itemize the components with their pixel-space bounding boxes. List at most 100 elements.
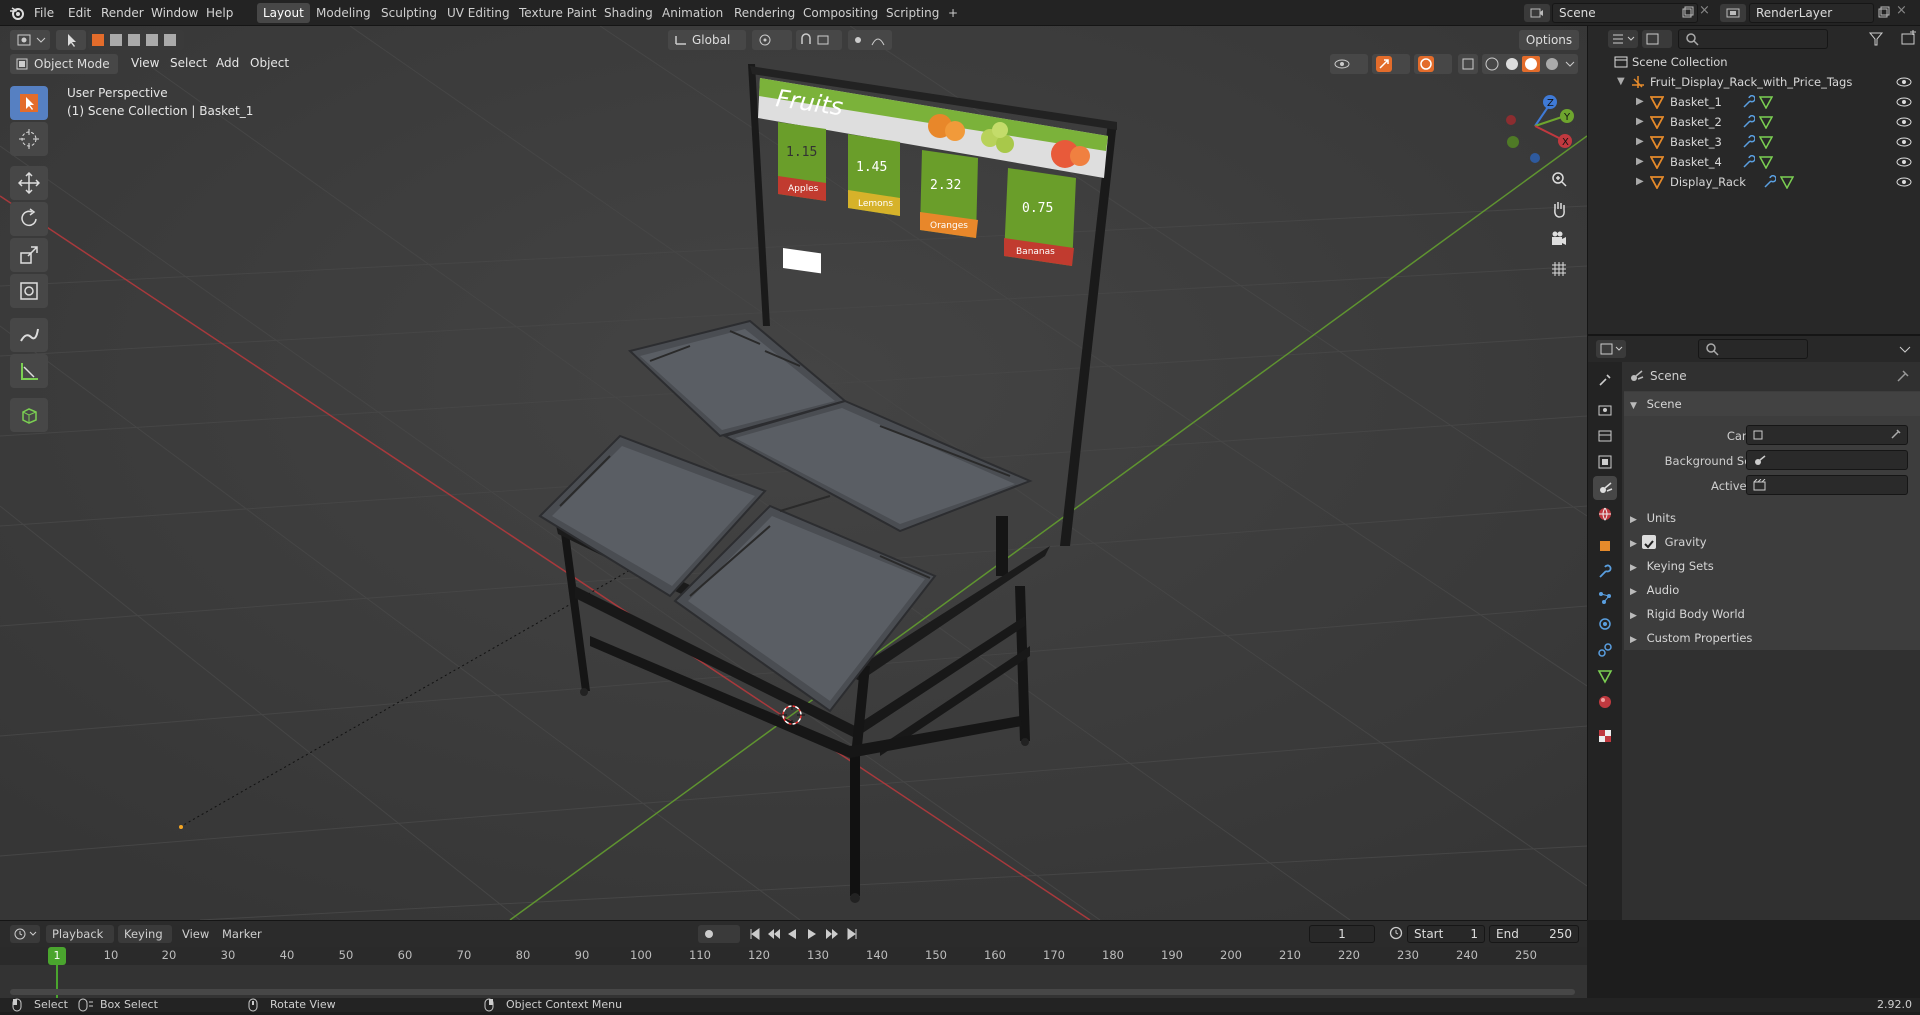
scene-properties-tab[interactable] xyxy=(1593,476,1617,500)
tool-rotate[interactable] xyxy=(10,202,48,236)
rigid-body-world-subpanel[interactable]: ▶ Rigid Body World xyxy=(1630,602,1915,626)
timeline-scrollbar[interactable] xyxy=(10,989,1575,995)
modifier-properties-tab[interactable] xyxy=(1593,560,1617,584)
outliner-editor-type-button[interactable] xyxy=(1608,30,1638,48)
tab-modeling[interactable]: Modeling xyxy=(310,3,377,23)
custom-properties-subpanel[interactable]: ▶ Custom Properties xyxy=(1630,626,1915,650)
menu-window[interactable]: Window xyxy=(151,0,198,26)
object-mode-dropdown[interactable]: Object Mode xyxy=(10,54,118,74)
render-properties-tab[interactable] xyxy=(1593,398,1617,422)
render-layer-selector-icon[interactable] xyxy=(1720,4,1746,22)
outliner-search-input[interactable] xyxy=(1678,29,1828,49)
tool-annotate[interactable] xyxy=(10,318,48,352)
view-layer-properties-tab[interactable] xyxy=(1593,450,1617,474)
expand-chevron-icon[interactable]: ▶ xyxy=(1636,152,1644,172)
timeline-editor-type-button[interactable] xyxy=(10,925,40,943)
tool-move[interactable] xyxy=(10,166,48,200)
render-layer-field[interactable]: RenderLayer xyxy=(1749,3,1874,23)
navigation-gizmo[interactable]: Z Y X xyxy=(1495,86,1575,166)
expand-chevron-icon[interactable]: ▶ xyxy=(1630,587,1637,597)
viewport-menu-view[interactable]: View xyxy=(131,56,159,70)
expand-chevron-icon[interactable]: ▶ xyxy=(1630,539,1637,549)
snap-button[interactable] xyxy=(796,30,842,50)
copy-render-layer-icon[interactable] xyxy=(1877,5,1891,19)
tool-cursor[interactable] xyxy=(10,122,48,156)
units-subpanel[interactable]: ▶ Units xyxy=(1630,506,1915,530)
tool-transform[interactable] xyxy=(10,274,48,308)
tab-layout[interactable]: Layout xyxy=(257,3,310,23)
timeline-track-area[interactable]: 1 10 20 30 40 50 60 70 80 90 100 110 120… xyxy=(0,947,1587,999)
properties-editor-type-button[interactable] xyxy=(1596,340,1626,358)
zoom-icon[interactable] xyxy=(1545,166,1573,192)
active-clip-field[interactable] xyxy=(1746,475,1908,495)
constraint-properties-tab[interactable] xyxy=(1593,638,1617,662)
physics-properties-tab[interactable] xyxy=(1593,612,1617,636)
tool-measure[interactable] xyxy=(10,354,48,388)
add-workspace-button[interactable]: + xyxy=(942,3,964,23)
expand-chevron-icon[interactable]: ▶ xyxy=(1636,172,1644,192)
ortho-grid-icon[interactable] xyxy=(1545,256,1573,282)
gravity-checkbox[interactable] xyxy=(1642,535,1656,549)
select-tool-button[interactable] xyxy=(56,30,86,50)
outliner-row-object[interactable]: ▶ Basket_3 xyxy=(1588,132,1920,152)
material-properties-tab[interactable] xyxy=(1593,690,1617,714)
current-frame-field[interactable]: 1 xyxy=(1309,925,1375,943)
camera-field[interactable] xyxy=(1746,425,1908,445)
tab-uv-editing[interactable]: UV Editing xyxy=(441,3,516,23)
light-object[interactable] xyxy=(179,825,183,829)
pan-hand-icon[interactable] xyxy=(1545,196,1573,222)
outliner-row-collection[interactable]: ▼ Fruit_Display_Rack_with_Price_Tags xyxy=(1588,72,1920,92)
playhead-frame-indicator[interactable]: 1 xyxy=(48,947,66,965)
tab-compositing[interactable]: Compositing xyxy=(797,3,884,23)
tab-scripting[interactable]: Scripting xyxy=(880,3,945,23)
audio-subpanel[interactable]: ▶ Audio xyxy=(1630,578,1915,602)
outliner-row-object[interactable]: ▶ Basket_1 xyxy=(1588,92,1920,112)
tab-rendering[interactable]: Rendering xyxy=(728,3,801,23)
shading-mode-buttons[interactable] xyxy=(1482,54,1578,74)
texture-properties-tab[interactable] xyxy=(1593,724,1617,748)
tool-add-cube[interactable] xyxy=(10,398,48,432)
selection-mode-buttons[interactable] xyxy=(88,30,184,50)
object-properties-tab[interactable] xyxy=(1593,534,1617,558)
mesh-data-icon[interactable] xyxy=(1779,175,1795,195)
tab-sculpting[interactable]: Sculpting xyxy=(375,3,443,23)
pin-icon[interactable] xyxy=(1896,369,1910,386)
keying-menu[interactable]: Keying xyxy=(118,925,172,943)
expand-chevron-icon[interactable]: ▶ xyxy=(1630,635,1637,645)
overlays-toggle[interactable] xyxy=(1414,54,1452,74)
scene-panel-header[interactable]: ▼ Scene xyxy=(1624,392,1920,416)
tool-properties-tab[interactable] xyxy=(1593,368,1617,392)
gravity-subpanel[interactable]: ▶ Gravity xyxy=(1630,530,1915,554)
expand-chevron-icon[interactable]: ▼ xyxy=(1617,72,1625,92)
expand-chevron-icon[interactable]: ▶ xyxy=(1630,515,1637,525)
tool-select-box[interactable] xyxy=(10,86,48,120)
background-scene-field[interactable] xyxy=(1746,450,1908,470)
object-data-properties-tab[interactable] xyxy=(1593,664,1617,688)
expand-chevron-icon[interactable]: ▶ xyxy=(1630,611,1637,621)
eye-icon[interactable] xyxy=(1896,175,1912,195)
properties-options-chevron-icon[interactable] xyxy=(1896,340,1914,358)
expand-chevron-icon[interactable]: ▶ xyxy=(1636,92,1644,112)
transform-orientation-dropdown[interactable]: Global xyxy=(668,30,746,50)
eyedropper-icon[interactable] xyxy=(1889,427,1903,444)
timeline-view-menu[interactable]: View xyxy=(182,927,209,941)
expand-chevron-icon[interactable]: ▶ xyxy=(1636,112,1644,132)
outliner-row-scene-collection[interactable]: Scene Collection xyxy=(1588,52,1920,72)
viewport-menu-select[interactable]: Select xyxy=(170,56,207,70)
editor-type-button[interactable] xyxy=(10,30,50,50)
playback-menu[interactable]: Playback xyxy=(46,925,114,943)
blender-logo-icon[interactable] xyxy=(8,4,26,22)
start-frame-field[interactable]: Start 1 xyxy=(1407,925,1485,943)
pivot-point-dropdown[interactable] xyxy=(752,30,792,50)
filter-icon[interactable] xyxy=(1866,30,1896,48)
proportional-editing-button[interactable] xyxy=(848,30,892,50)
scene-selector-icon[interactable] xyxy=(1524,4,1550,22)
display-mode-button[interactable] xyxy=(1642,30,1672,48)
outliner-row-object[interactable]: ▶ Basket_4 xyxy=(1588,152,1920,172)
expand-chevron-icon[interactable]: ▶ xyxy=(1636,132,1644,152)
options-dropdown[interactable]: Options xyxy=(1519,30,1579,50)
outliner-row-object[interactable]: ▶ Basket_2 xyxy=(1588,112,1920,132)
output-properties-tab[interactable] xyxy=(1593,424,1617,448)
expand-chevron-icon[interactable]: ▼ xyxy=(1630,401,1637,411)
keying-sets-subpanel[interactable]: ▶ Keying Sets xyxy=(1630,554,1915,578)
